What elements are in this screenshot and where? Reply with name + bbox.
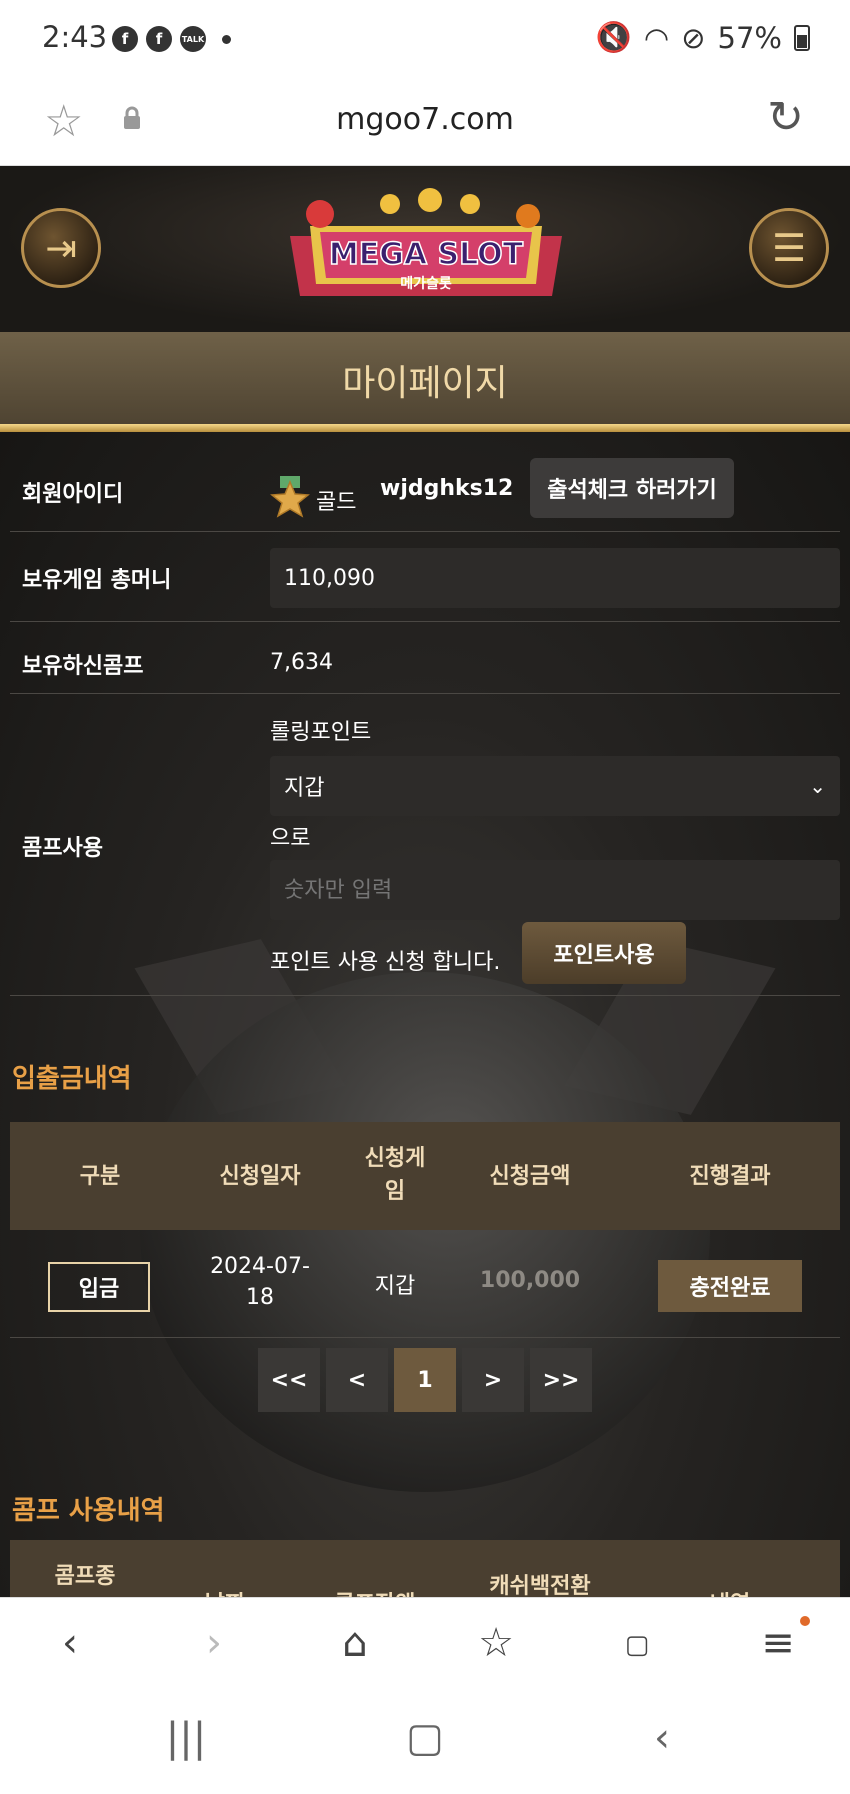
forward-icon[interactable]: ›	[184, 1620, 244, 1666]
address-bar: ☆ mgoo7.com ↻	[0, 78, 850, 166]
system-nav: ||| ▢ ‹	[0, 1693, 850, 1794]
column-header: 날짜	[160, 1588, 290, 1597]
page-title: 마이페이지	[0, 332, 850, 424]
facebook-icon: f	[146, 26, 172, 52]
wallet-select-value: 지갑	[284, 776, 325, 801]
request-date: 2024-07- 18	[210, 1254, 310, 1310]
status-time: 2:43	[42, 20, 108, 54]
site-header: ⇥ MEGA SLOT 메가슬롯 ☰	[0, 166, 850, 332]
system-back-icon[interactable]: ‹	[632, 1715, 692, 1761]
recents-icon[interactable]: |||	[156, 1715, 216, 1761]
dot-icon	[222, 35, 231, 44]
first-page-button[interactable]: <<	[258, 1348, 320, 1412]
type-badge: 입금	[48, 1262, 150, 1312]
prev-page-button[interactable]: <	[326, 1348, 388, 1412]
last-page-button[interactable]: >>	[530, 1348, 592, 1412]
member-id-label: 회원아이디	[22, 482, 124, 507]
mega-slot-logo[interactable]: MEGA SLOT 메가슬롯	[280, 186, 572, 314]
to-label: 으로	[270, 826, 311, 851]
comp-history-table-header: 콤프종 날짜 콤프잔액 캐쉬백전환 내역	[10, 1540, 840, 1597]
member-grade: 골드	[316, 490, 357, 515]
facebook-icon: f	[112, 26, 138, 52]
next-page-button[interactable]: >	[462, 1348, 524, 1412]
wallet-select[interactable]: 지갑 ⌄	[270, 756, 840, 816]
member-id-row: 회원아이디 골드 wjdghks12 출석체크 하러가기	[10, 432, 840, 532]
column-header: 캐쉬백전환	[489, 1574, 591, 1597]
comp-use-label: 콤프사용	[22, 836, 103, 861]
status-right: 🔇 ◠ ⊘ 57%	[596, 20, 810, 55]
member-id-value: wjdghks12	[380, 476, 514, 501]
notification-dot	[800, 1616, 810, 1626]
title-divider	[0, 424, 850, 432]
column-header: 콤프잔액	[300, 1588, 450, 1597]
request-game: 지갑	[374, 1274, 416, 1299]
comp-row: 보유하신콤프 7,634	[10, 622, 840, 694]
transactions-title: 입출금내역	[12, 1064, 132, 1094]
battery-icon	[794, 24, 810, 51]
transactions-table-header: 구분 신청일자 신청게 임 신청금액 진행결과	[10, 1122, 840, 1230]
menu-button[interactable]: ☰	[749, 208, 829, 288]
comp-use-row: 콤프사용 롤링포인트 지갑 ⌄ 으로 포인트 사용 신청 합니다. 포인트사용	[10, 694, 840, 996]
svg-text:MEGA SLOT: MEGA SLOT	[329, 237, 524, 272]
chevron-down-icon: ⌄	[809, 774, 826, 798]
status-bar: 2:43 f f TALK 🔇 ◠ ⊘ 57%	[0, 0, 850, 78]
dnd-icon: ⊘	[681, 20, 706, 55]
login-icon: ⇥	[45, 226, 77, 270]
back-icon[interactable]: ‹	[40, 1620, 100, 1666]
login-button[interactable]: ⇥	[21, 208, 101, 288]
column-header: 내역	[630, 1588, 830, 1597]
column-header: 구분	[79, 1164, 121, 1189]
menu-icon[interactable]: ≡	[748, 1620, 808, 1666]
reload-icon[interactable]: ↻	[767, 92, 804, 143]
tabs-icon[interactable]: ▢	[607, 1630, 667, 1660]
home-icon[interactable]: ⌂	[325, 1620, 385, 1666]
column-header: 진행결과	[689, 1164, 771, 1189]
column-header: 콤프종	[54, 1564, 116, 1589]
column-header: 신청일자	[219, 1164, 301, 1189]
table-row: 입금 2024-07- 18 지갑 100,000 충전완료	[10, 1230, 840, 1338]
amount-input[interactable]	[270, 860, 840, 920]
wifi-icon: ◠	[643, 20, 670, 55]
rolling-point-label: 롤링포인트	[270, 720, 372, 745]
battery-percent: 57%	[717, 20, 782, 55]
browser-bottom-nav: ‹ › ⌂ ☆ ▢ ≡	[0, 1597, 850, 1693]
mute-icon: 🔇	[595, 20, 632, 54]
comp-value: 7,634	[270, 650, 333, 675]
status-badge: 충전완료	[658, 1260, 802, 1312]
game-money-label: 보유게임 총머니	[22, 568, 172, 593]
game-money-field: 110,090	[270, 548, 840, 608]
url-text[interactable]: mgoo7.com	[0, 102, 850, 137]
svg-text:메가슬롯: 메가슬롯	[400, 276, 452, 292]
request-text: 포인트 사용 신청 합니다.	[270, 950, 501, 975]
main-content: 회원아이디 골드 wjdghks12 출석체크 하러가기 보유게임 총머니 11…	[0, 432, 850, 1597]
use-point-button[interactable]: 포인트사용	[522, 922, 686, 984]
comp-label: 보유하신콤프	[22, 654, 144, 679]
column-header: 신청게 임	[364, 1146, 426, 1204]
gold-grade-icon	[270, 476, 310, 518]
hamburger-icon: ☰	[771, 226, 807, 270]
pagination: << < 1 > >>	[258, 1348, 592, 1412]
attendance-button[interactable]: 출석체크 하러가기	[530, 458, 734, 518]
game-money-row: 보유게임 총머니 110,090	[10, 532, 840, 622]
page-1-button[interactable]: 1	[394, 1348, 456, 1412]
bookmarks-icon[interactable]: ☆	[466, 1620, 526, 1666]
column-header: 신청금액	[489, 1164, 571, 1189]
home-button-icon[interactable]: ▢	[395, 1715, 455, 1761]
kakaotalk-icon: TALK	[180, 26, 206, 52]
request-amount: 100,000	[479, 1268, 581, 1293]
comp-history-title: 콤프 사용내역	[12, 1496, 165, 1526]
notification-icons: f f TALK	[112, 26, 231, 52]
